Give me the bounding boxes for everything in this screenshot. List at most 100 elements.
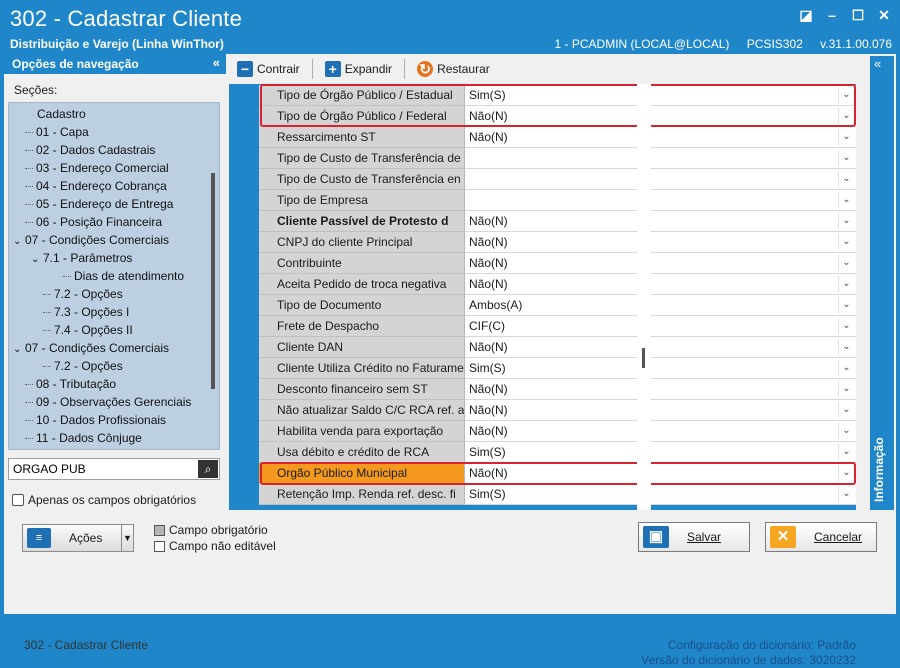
restore-button[interactable]: ↻ Restaurar [413, 58, 494, 80]
tree-item[interactable]: 02 - Dados Cadastrais [25, 141, 155, 159]
expand-label: Expandir [344, 62, 393, 76]
chevron-down-icon[interactable]: ⌄ [838, 150, 854, 166]
chevron-down-icon[interactable]: ⌄ [838, 402, 854, 418]
tree-item[interactable]: 03 - Endereço Comercial [25, 159, 169, 177]
highlight-box-municipal [260, 462, 856, 485]
tree-item-label: 07 - Condições Comerciais [25, 233, 170, 247]
actions-button[interactable]: ≡ Ações ▼ [22, 524, 134, 552]
property-value-select[interactable]: CIF(C) ⌄ [465, 316, 856, 337]
chevron-down-icon[interactable]: ⌄ [838, 486, 854, 502]
collapse-nav-icon[interactable]: « [213, 55, 220, 70]
minimize-icon[interactable]: – [822, 6, 842, 24]
chevron-down-icon[interactable]: ⌄ [838, 318, 854, 334]
restore-window-icon[interactable]: ◪ [796, 6, 816, 24]
property-value-select[interactable]: Não(N) ⌄ [465, 274, 856, 295]
save-button[interactable]: ▣ Salvar [638, 522, 750, 552]
tree-connector [25, 420, 33, 422]
property-value-select[interactable]: Sim(S) ⌄ [465, 442, 856, 463]
property-row: Frete de Despacho CIF(C) ⌄ [259, 316, 856, 337]
property-value-select[interactable]: ⌄ [465, 190, 856, 211]
tree-item[interactable]: 08 - Tributação [25, 375, 116, 393]
property-value-select[interactable]: Não(N) ⌄ [465, 211, 856, 232]
search-icon[interactable]: ⌕ [198, 460, 218, 478]
property-grid: Tipo de Órgão Público / Estadual Sim(S) ⌄ T… [229, 84, 856, 510]
refresh-icon: ↻ [417, 61, 434, 77]
property-label: CNPJ do cliente Principal [259, 232, 465, 253]
property-value-select[interactable]: Sim(S) ⌄ [465, 484, 856, 505]
tree-item[interactable]: 04 - Endereço Cobrança [25, 177, 167, 195]
tree-item[interactable]: 01 - Capa [25, 123, 89, 141]
tree-connector [43, 312, 51, 314]
collapse-label: Contrair [257, 62, 300, 76]
property-value-select[interactable]: Não(N) ⌄ [465, 400, 856, 421]
chevron-down-icon[interactable]: ⌄ [838, 444, 854, 460]
property-label: Habilita venda para exportação [259, 421, 465, 442]
tree-item[interactable]: 05 - Endereço de Entrega [25, 195, 173, 213]
tree-item-label: Dias de atendimento [74, 269, 185, 283]
actions-dropdown-icon[interactable]: ▼ [121, 525, 133, 551]
tree-item[interactable]: 7.3 - Opções I [43, 303, 129, 321]
grid-scrollbar[interactable] [637, 84, 651, 510]
tree-item-label: 07 - Condições Comerciais [25, 341, 170, 355]
expand-button[interactable]: + Expandir [321, 58, 396, 80]
tree-item[interactable]: 09 - Observações Gerenciais [25, 393, 191, 411]
tree-item-label: 02 - Dados Cadastrais [36, 143, 156, 157]
minus-icon: − [237, 61, 253, 77]
collapse-button[interactable]: − Contrair [233, 58, 304, 80]
chevron-down-icon[interactable]: ⌄ [838, 234, 854, 250]
property-value-select[interactable]: Não(N) ⌄ [465, 127, 856, 148]
cancel-x-icon: ✕ [770, 526, 796, 548]
tree-item[interactable]: ⌄ 7.1 - Parâmetros [31, 249, 132, 267]
tree-item[interactable]: 06 - Posição Financeira [25, 213, 162, 231]
chevron-down-icon[interactable]: ⌄ [31, 251, 43, 269]
chevron-down-icon[interactable]: ⌄ [838, 192, 854, 208]
only-required-checkbox[interactable] [12, 494, 24, 506]
tree-item[interactable]: 10 - Dados Profissionais [25, 411, 166, 429]
grid-scrollbar-thumb[interactable] [642, 348, 645, 368]
property-value-select[interactable]: Sim(S) ⌄ [465, 358, 856, 379]
tree-item[interactable]: Cadastro [37, 105, 86, 123]
legend-not-editable: Campo não editável [154, 538, 276, 554]
property-value-select[interactable]: Não(N) ⌄ [465, 379, 856, 400]
property-row: CNPJ do cliente Principal Não(N) ⌄ [259, 232, 856, 253]
chevron-down-icon[interactable]: ⌄ [838, 339, 854, 355]
chevron-down-icon[interactable]: ⌄ [13, 233, 25, 251]
tree-item[interactable]: 11 - Dados Cônjuge [25, 429, 142, 447]
property-value-select[interactable]: Não(N) ⌄ [465, 421, 856, 442]
property-value: Não(N) [469, 277, 508, 291]
chevron-down-icon[interactable]: ⌄ [838, 297, 854, 313]
property-label: Tipo de Custo de Transferência en [259, 169, 465, 190]
tree-item[interactable]: 7.2 - Opções [43, 357, 123, 375]
maximize-icon[interactable]: ☐ [848, 6, 868, 24]
chevron-down-icon[interactable]: ⌄ [838, 129, 854, 145]
tree-item[interactable]: ⌄ 07 - Condições Comerciais [13, 339, 169, 357]
property-value-select[interactable]: ⌄ [465, 148, 856, 169]
tree-item-label: 7.3 - Opções I [54, 305, 130, 319]
close-icon[interactable]: ✕ [874, 6, 894, 24]
only-required-checkbox-row[interactable]: Apenas os campos obrigatórios [12, 493, 196, 507]
tree-item[interactable]: 7.4 - Opções II [43, 321, 133, 339]
property-value-select[interactable]: Ambos(A) ⌄ [465, 295, 856, 316]
chevron-down-icon[interactable]: ⌄ [838, 423, 854, 439]
tree-connector [43, 366, 51, 368]
property-value-select[interactable]: Não(N) ⌄ [465, 337, 856, 358]
chevron-down-icon[interactable]: ⌄ [838, 213, 854, 229]
property-value-select[interactable]: Não(N) ⌄ [465, 253, 856, 274]
module-code: PCSIS302 [746, 37, 803, 51]
cancel-button[interactable]: ✕ Cancelar [765, 522, 877, 552]
tree-scrollbar[interactable] [211, 173, 215, 389]
tree-item[interactable]: Dias de atendimento [63, 267, 184, 285]
info-panel-label[interactable]: Informação [872, 437, 886, 502]
chevron-down-icon[interactable]: ⌄ [838, 276, 854, 292]
chevron-down-icon[interactable]: ⌄ [838, 360, 854, 376]
chevron-down-icon[interactable]: ⌄ [838, 381, 854, 397]
chevron-down-icon[interactable]: ⌄ [13, 341, 25, 359]
collapse-info-icon[interactable]: « [874, 56, 881, 71]
chevron-down-icon[interactable]: ⌄ [838, 171, 854, 187]
search-input[interactable] [13, 461, 193, 477]
tree-item[interactable]: ⌄ 07 - Condições Comerciais [13, 231, 169, 249]
property-value-select[interactable]: ⌄ [465, 169, 856, 190]
property-value-select[interactable]: Não(N) ⌄ [465, 232, 856, 253]
tree-item[interactable]: 7.2 - Opções [43, 285, 123, 303]
chevron-down-icon[interactable]: ⌄ [838, 255, 854, 271]
